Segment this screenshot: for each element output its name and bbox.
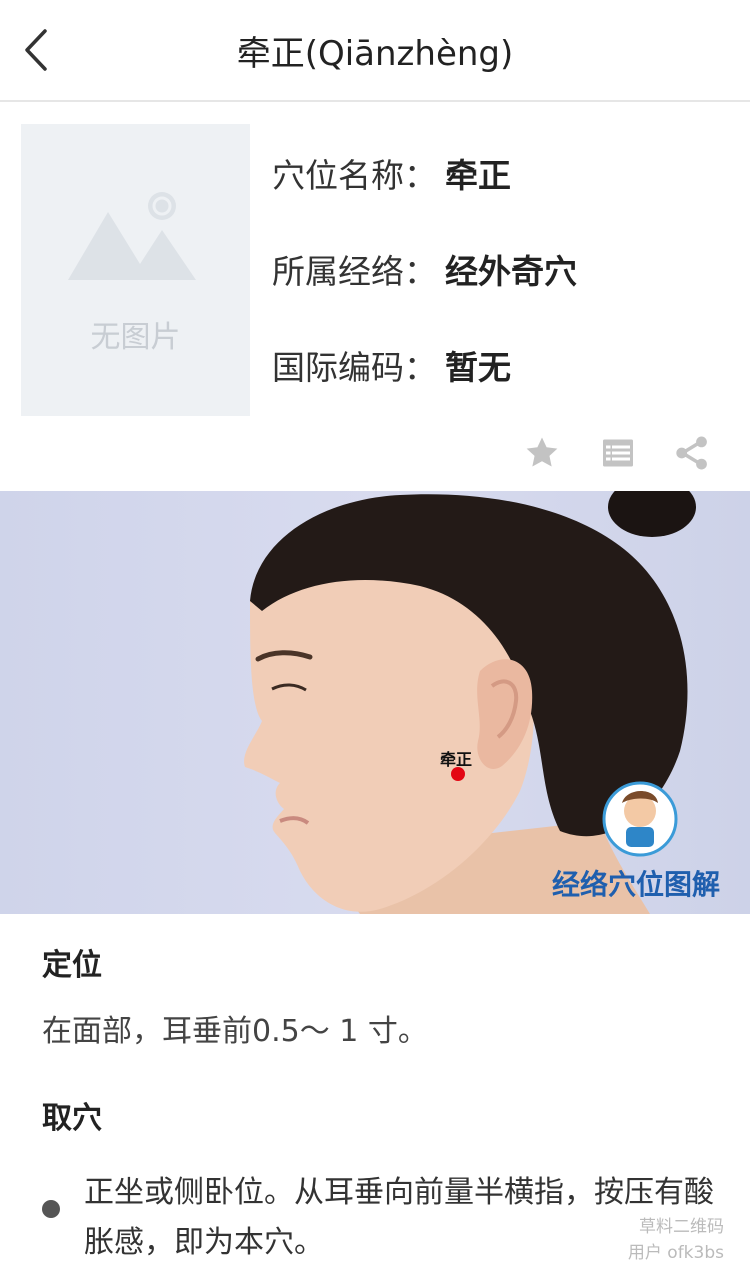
info-value: 经外奇穴	[445, 252, 577, 291]
acupoint-info: 穴位名称： 牵正 所属经络： 经外奇穴 国际编码： 暂无	[272, 150, 577, 438]
share-button[interactable]	[669, 430, 715, 476]
info-row-meridian: 所属经络： 经外奇穴	[272, 246, 577, 342]
method-heading: 取穴	[42, 1101, 102, 1136]
top-navigation-bar: 牵正(Qiānzhèng)	[0, 0, 750, 102]
acupoint-label: 牵正	[440, 750, 473, 769]
no-image-label: 无图片	[90, 320, 181, 355]
favorite-button[interactable]	[519, 430, 565, 476]
info-row-code: 国际编码： 暂无	[272, 342, 577, 438]
profile-illustration	[244, 491, 696, 914]
image-placeholder-icon	[68, 192, 196, 280]
location-text: 在面部，耳垂前0.5～ 1 寸。	[42, 1014, 428, 1049]
list-icon	[603, 439, 633, 467]
star-icon	[526, 437, 558, 467]
brand-caption: 经络穴位图解	[552, 868, 721, 901]
info-key: 所属经络：	[272, 252, 437, 291]
acupoint-thumbnail: 无图片	[21, 124, 250, 416]
list-button[interactable]	[595, 430, 641, 476]
info-key: 国际编码：	[272, 348, 437, 387]
watermark-line: 草料二维码	[639, 1217, 724, 1237]
bullet-dot	[42, 1200, 60, 1218]
location-heading: 定位	[42, 948, 102, 983]
page-title: 牵正(Qiānzhèng)	[236, 34, 514, 74]
watermark: 草料二维码 用户 ofk3bs	[628, 1214, 724, 1266]
info-row-name: 穴位名称： 牵正	[272, 150, 577, 246]
acupoint-photo: 牵正 经络穴位图解	[0, 491, 750, 914]
info-key: 穴位名称：	[272, 156, 437, 195]
share-icon	[676, 436, 707, 470]
info-value: 牵正	[445, 156, 511, 195]
watermark-line: 用户 ofk3bs	[627, 1243, 724, 1263]
info-value: 暂无	[445, 348, 511, 387]
